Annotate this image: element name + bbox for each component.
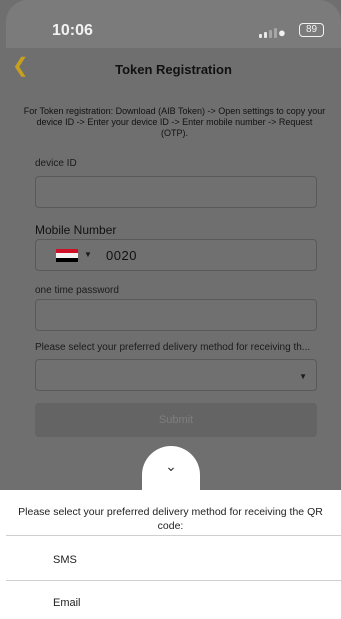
chevron-down-icon[interactable]: ⌄: [142, 458, 200, 475]
mobile-number-label: Mobile Number: [35, 223, 117, 237]
option-sms[interactable]: SMS: [53, 554, 77, 566]
option-email[interactable]: Email: [53, 597, 81, 609]
delivery-method-sheet: Please select your preferred delivery me…: [0, 490, 341, 619]
status-bar: 10:06 ● 89: [6, 0, 341, 48]
mobile-number-field[interactable]: ▼ 0020: [35, 239, 317, 271]
status-time: 10:06: [52, 22, 93, 39]
wifi-icon: ●: [278, 25, 286, 40]
otp-input[interactable]: [35, 299, 317, 331]
country-code: 0020: [106, 248, 137, 263]
device-id-label: device ID: [35, 158, 77, 169]
sheet-title: Please select your preferred delivery me…: [18, 506, 323, 532]
instructions-text: For Token registration: Download (AIB To…: [23, 106, 326, 138]
divider: [6, 535, 341, 536]
token-registration-screen: ❮ Token Registration For Token registrat…: [6, 48, 341, 466]
delivery-method-label: Please select your preferred delivery me…: [35, 342, 311, 353]
divider: [6, 580, 341, 581]
otp-label: one time password: [35, 285, 119, 296]
battery-icon: 89: [299, 23, 324, 37]
cellular-signal-icon: [259, 28, 277, 38]
egypt-flag-icon[interactable]: [56, 249, 78, 262]
submit-button[interactable]: Submit: [35, 403, 317, 437]
dropdown-caret-icon: ▼: [299, 372, 307, 381]
delivery-method-select[interactable]: ▼: [35, 359, 317, 391]
chevron-down-icon[interactable]: ▼: [84, 250, 92, 259]
page-title: Token Registration: [115, 62, 232, 77]
device-id-input[interactable]: [35, 176, 317, 208]
